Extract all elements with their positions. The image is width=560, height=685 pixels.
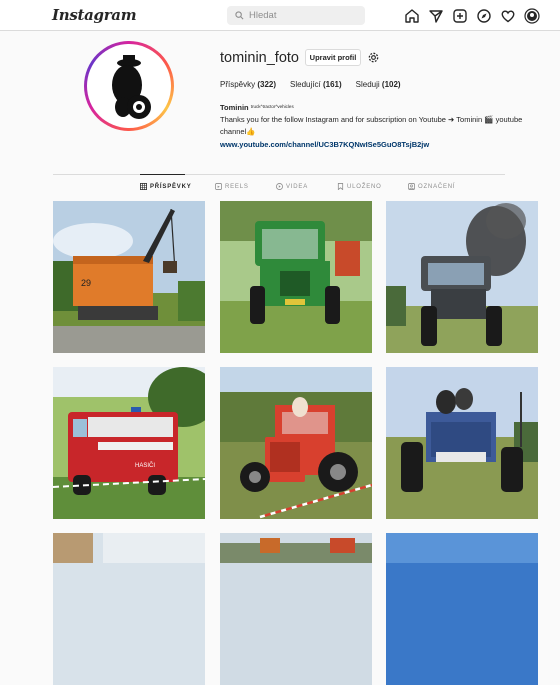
edit-profile-button[interactable]: Upravit profil xyxy=(305,49,361,66)
post-thumbnail[interactable] xyxy=(386,367,538,519)
profile-stats: Příspěvky (322) Sledující (161) Sleduji … xyxy=(220,80,401,89)
posts-count[interactable]: Příspěvky (322) xyxy=(220,80,276,89)
post-thumbnail[interactable] xyxy=(220,201,372,353)
svg-text:29: 29 xyxy=(81,278,91,288)
post-thumbnail[interactable] xyxy=(386,201,538,353)
settings-gear-icon[interactable] xyxy=(367,51,380,64)
tab-posts[interactable]: PŘÍSPĚVKY xyxy=(140,183,192,190)
instagram-logo[interactable]: Instagram xyxy=(52,6,137,24)
send-icon[interactable] xyxy=(428,8,444,24)
following-count[interactable]: Sleduji (102) xyxy=(356,80,401,89)
explore-icon[interactable] xyxy=(476,8,492,24)
post-thumbnail[interactable] xyxy=(220,533,372,685)
bio-link[interactable]: www.youtube.com/channel/UC3B7KQNwISe5GuO… xyxy=(220,140,429,149)
tab-videos[interactable]: VIDEA xyxy=(276,183,308,190)
post-thumbnail[interactable] xyxy=(53,533,205,685)
bio-tag: truck^tractor^vehicles xyxy=(250,104,294,109)
video-icon xyxy=(276,183,283,190)
followers-count[interactable]: Sledující (161) xyxy=(290,80,342,89)
create-icon[interactable] xyxy=(452,8,468,24)
post-thumbnail[interactable]: 29 xyxy=(53,201,205,353)
search-box[interactable] xyxy=(227,6,365,25)
gorilla-wheel-logo-icon xyxy=(90,47,168,125)
heart-icon[interactable] xyxy=(500,8,516,24)
active-tab-indicator xyxy=(140,174,185,175)
post-thumbnail[interactable] xyxy=(220,367,372,519)
bookmark-icon xyxy=(337,183,344,190)
search-icon xyxy=(235,11,244,20)
tab-reels[interactable]: REELS xyxy=(215,183,249,190)
post-thumbnail[interactable] xyxy=(386,533,538,685)
tagged-icon xyxy=(408,183,415,190)
svg-text:HASIČI: HASIČI xyxy=(135,462,155,469)
tabs-divider xyxy=(53,174,505,175)
home-icon[interactable] xyxy=(404,8,420,24)
profile-avatar[interactable] xyxy=(84,41,174,131)
bio-text: Thanks you for the follow Instagram and … xyxy=(220,115,523,136)
tab-tagged[interactable]: OZNAČENÍ xyxy=(408,183,455,190)
bio-name: Tominin truck^tractor^vehicles xyxy=(220,103,294,112)
tab-saved[interactable]: ULOŽENO xyxy=(337,183,382,190)
post-thumbnail[interactable]: HASIČI xyxy=(53,367,205,519)
profile-username: tominin_foto xyxy=(220,50,299,66)
top-navigation-bar: Instagram xyxy=(0,0,560,31)
profile-icon[interactable] xyxy=(524,8,540,24)
reels-icon xyxy=(215,183,222,190)
search-input[interactable] xyxy=(249,10,359,21)
grid-icon xyxy=(140,183,147,190)
